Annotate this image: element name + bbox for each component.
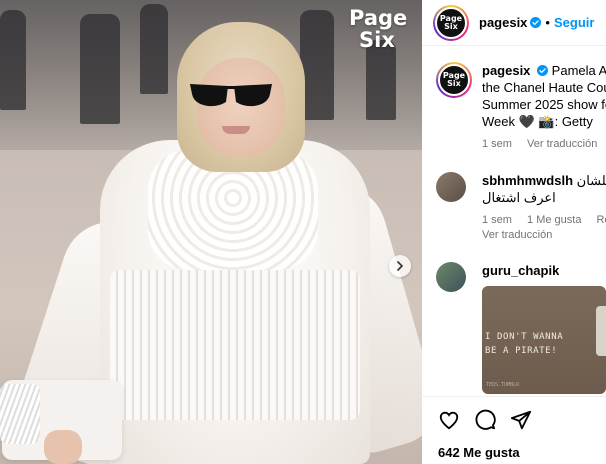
caption-line-2: the Chanel Haute Cout <box>482 80 606 95</box>
comment: sbhmhmwdslh علشان اعرف اشتغال <box>436 172 606 206</box>
header-username[interactable]: pagesix <box>479 15 527 30</box>
comment-gif[interactable]: I DON'T WANNA BE A PIRATE! TEDS.TUMBLR <box>482 286 606 394</box>
caption-avatar[interactable]: Page Six <box>436 62 472 98</box>
caption-line-4: Week 🖤 📸: Getty <box>482 114 593 129</box>
caption-meta: 1 sem Ver traducción <box>482 138 597 150</box>
background-person <box>366 40 396 120</box>
avatar-logo: Page Six <box>438 64 470 96</box>
comment-translate-link[interactable]: Ver traducción <box>482 229 552 241</box>
separator-dot: • <box>545 15 550 30</box>
comment-username[interactable]: guru_chapik <box>482 263 559 278</box>
comment-text-inline: علشان <box>576 173 606 188</box>
pleated-hem <box>110 270 360 420</box>
clutch-fringe <box>0 384 40 444</box>
post-header: Page Six pagesix • Seguir <box>422 0 606 46</box>
follow-button[interactable]: Seguir <box>554 15 594 30</box>
share-icon[interactable] <box>510 409 532 431</box>
caption-time[interactable]: 1 sem <box>482 138 512 150</box>
caption-translate-link[interactable]: Ver traducción <box>527 138 597 150</box>
sunglasses <box>190 84 272 107</box>
avatar-logo: Page Six <box>435 6 467 39</box>
gif-figure <box>596 306 606 356</box>
next-image-button[interactable] <box>389 255 411 277</box>
comment-username[interactable]: sbhmhmwdslh <box>482 173 573 188</box>
hand <box>44 430 82 464</box>
caption-line-3: Summer 2025 show fo <box>482 97 606 112</box>
chevron-right-icon <box>397 261 403 271</box>
face <box>197 58 285 158</box>
post-media[interactable]: Page Six <box>0 0 422 464</box>
likes-count[interactable]: 642 Me gusta <box>438 445 520 460</box>
verified-badge-icon <box>537 65 549 76</box>
comment-likes[interactable]: 1 Me gusta <box>527 214 581 226</box>
gif-caption-line-2: BE A PIRATE! <box>485 346 558 356</box>
comment-reply-button[interactable]: Resp <box>597 214 606 226</box>
commenter-avatar[interactable] <box>436 172 466 202</box>
caption-username[interactable]: pagesix <box>482 63 530 78</box>
background-person <box>140 4 168 94</box>
gif-caption-line-1: I DON'T WANNA <box>485 332 564 342</box>
commenter-avatar[interactable] <box>436 262 466 292</box>
comment-icon[interactable] <box>474 409 496 431</box>
comment-body: sbhmhmwdslh علشان اعرف اشتغال <box>482 172 606 206</box>
post-side-panel: Page Six pagesix • Seguir Page Six pages… <box>422 0 606 464</box>
verified-badge-icon <box>530 17 542 28</box>
heart-icon[interactable] <box>438 409 460 431</box>
smile <box>222 126 250 134</box>
post-actions: 642 Me gusta <box>422 396 606 464</box>
gif-caption: I DON'T WANNA BE A PIRATE! <box>485 330 563 358</box>
profile-avatar[interactable]: Page Six <box>433 4 469 41</box>
caption: Page Six pagesix Pamela And the Chanel H… <box>436 62 606 130</box>
page-six-watermark: Page Six <box>349 6 408 52</box>
action-icons <box>438 409 532 431</box>
comment-time[interactable]: 1 sem <box>482 214 512 226</box>
comment-meta: 1 sem 1 Me gusta Resp <box>482 214 606 226</box>
caption-line-1: Pamela And <box>551 63 606 78</box>
comment-text-line-2: اعرف اشتغال <box>482 190 556 205</box>
caption-text: pagesix Pamela And the Chanel Haute Cout… <box>482 62 606 130</box>
background-person <box>80 14 120 124</box>
background-person <box>0 10 26 110</box>
background-person <box>300 10 334 120</box>
gif-watermark: TEDS.TUMBLR <box>486 382 520 388</box>
